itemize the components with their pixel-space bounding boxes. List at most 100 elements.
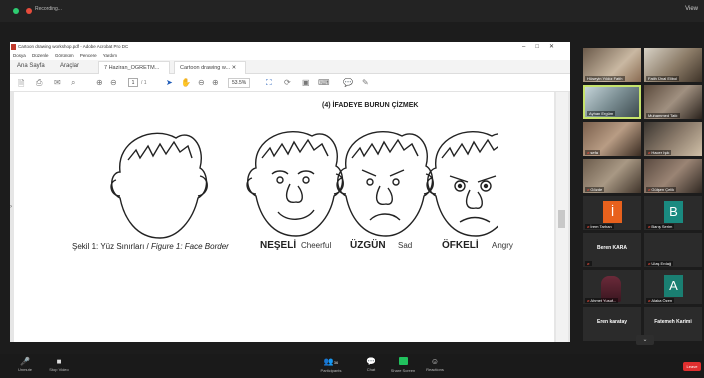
participant-tile[interactable]: İ ⌀İrem Tarhan [583, 196, 641, 230]
tab-home[interactable]: Ana Sayfa [17, 63, 45, 69]
participant-tile[interactable]: ⌀Hacer Işık [644, 122, 702, 156]
menu-view[interactable]: Görünüm [55, 53, 74, 58]
participant-name-text: Gözde [590, 187, 603, 192]
page-down-icon[interactable]: ⊖ [110, 78, 117, 87]
emotion-angry-tr: ÖFKELİ [442, 240, 479, 251]
participant-tile[interactable]: ⌀Gözde [583, 159, 641, 193]
participant-name-text: Ulaş Erdağ [651, 261, 672, 266]
participant-tile[interactable]: ⌀sefa [583, 122, 641, 156]
page-number-input[interactable]: 1 [128, 78, 138, 87]
participant-display-name: Eren karatay [596, 319, 628, 325]
unmute-button[interactable]: 🎤 Unmute [10, 357, 40, 372]
fit-page-icon[interactable]: ⛶ [266, 78, 272, 88]
emotion-angry-en: Angry [492, 241, 513, 250]
scrollbar-thumb[interactable] [558, 210, 565, 228]
participant-name-text: Ahmet Yusuf... [590, 298, 617, 303]
chat-button[interactable]: 💬 Chat [356, 357, 386, 372]
participant-tile[interactable]: Hüseyin Yıldız Fatih [583, 48, 641, 82]
emotion-cheerful-tr: NEŞELİ [260, 240, 297, 251]
participant-tile[interactable]: ⌀Gülşen Çelik [644, 159, 702, 193]
participant-tile[interactable]: ⌀Ulaş Erdağ [644, 233, 702, 267]
keyboard-icon[interactable]: ⌨ [318, 78, 330, 87]
participant-tile[interactable]: Eren karatay [583, 307, 641, 341]
emotion-cheerful-en: Cheerful [301, 241, 332, 250]
emotion-sad-en: Sad [398, 241, 413, 250]
participant-name: Muhammed Tatlı [646, 113, 680, 118]
window-title: Cartoon drawing workshop.pdf - Adobe Acr… [18, 44, 129, 49]
participant-tile[interactable]: Muhammed Tatlı [644, 85, 702, 119]
zoom-toolbar: 🎤 Unmute ■ Stop Video 👥36 Participants 💬… [0, 354, 704, 378]
gallery-next-page-button[interactable]: ⌄ [636, 335, 654, 345]
participant-name: Hüseyin Yıldız Fatih [585, 76, 625, 81]
save-icon[interactable]: 🗎 [18, 78, 24, 92]
participant-tile[interactable]: Fatih Ünal Elibol [644, 48, 702, 82]
participant-name: ⌀Gülşen Çelik [646, 187, 677, 192]
zoom-level-select[interactable]: 53.5% [228, 78, 251, 88]
participant-tile-active-speaker[interactable]: Ayhan Ergüm [583, 85, 641, 119]
menu-file[interactable]: Dosya [13, 53, 26, 58]
tab-document-1[interactable]: 7 Haziran_OGRETM... [98, 61, 170, 74]
mail-icon[interactable]: ✉ [54, 78, 61, 87]
stop-video-button[interactable]: ■ Stop Video [44, 357, 74, 372]
document-area: › (4) İFADEYE BURUN ÇİZMEK Şekil 1: Yüz … [10, 92, 570, 342]
rotate-icon[interactable]: ⟳ [284, 78, 291, 87]
participant-tile[interactable]: A ⌀Alaka Özen [644, 270, 702, 304]
face-border-drawing [110, 132, 208, 239]
figure-caption-en: Figure 1: Face Border [151, 242, 229, 251]
zoom-in-icon[interactable]: ⊕ [212, 78, 219, 87]
share-screen-icon [398, 357, 408, 365]
zoom-top-bar: Recording... View [0, 0, 704, 22]
participant-name: ⌀Ahmet Yusuf... [585, 298, 619, 303]
participant-display-name: Fatemeh Karimi [654, 319, 692, 325]
sad-face-drawing [336, 131, 434, 237]
reactions-label: Reactions [426, 367, 444, 372]
search-icon[interactable]: ⌕ [71, 78, 75, 88]
pen-icon[interactable]: ✎ [362, 78, 369, 87]
select-tool-icon[interactable]: ➤ [166, 78, 173, 87]
participant-name: Ayhan Ergüm [587, 111, 616, 116]
page-total: / 1 [141, 80, 147, 86]
participant-count: 36 [333, 360, 339, 365]
reactions-button[interactable]: ☺ Reactions [420, 357, 450, 372]
zoom-screen: Recording... View Cartoon drawing worksh… [0, 0, 704, 378]
participant-name-text: sefa [590, 150, 598, 155]
tab-document-2[interactable]: Cartoon drawing w... ✕ [174, 61, 246, 74]
shield-icon[interactable] [13, 8, 19, 14]
acrobat-title-bar: Cartoon drawing workshop.pdf - Adobe Acr… [10, 42, 570, 52]
participant-tile[interactable]: ⌀Ahmet Yusuf... [583, 270, 641, 304]
emotion-sad-tr: ÜZGÜN [350, 240, 386, 251]
menu-window[interactable]: Pencere [80, 53, 97, 58]
participant-name: ⌀Ulaş Erdağ [646, 261, 674, 266]
participant-name-text: Alaka Özen [651, 298, 673, 303]
menu-help[interactable]: Yardım [103, 53, 117, 58]
participants-label: Participants [320, 368, 342, 373]
participant-name: ⌀Alaka Özen [646, 298, 675, 303]
share-screen-button[interactable]: Share Screen [388, 357, 418, 373]
participant-tile[interactable]: B ⌀Barış Serim [644, 196, 702, 230]
acrobat-toolbar: 🗎 ⎙ ✉ ⌕ ⊕ ⊖ 1 / 1 ➤ ✋ ⊖ ⊕ 53.5% ⛶ ⟳ ▣ ⌨ … [10, 74, 570, 92]
tab-tools[interactable]: Araçlar [60, 63, 79, 69]
participant-name-text: Hacer Işık [651, 150, 670, 155]
view-button[interactable]: View [685, 6, 698, 12]
avatar: B [664, 201, 683, 223]
acrobat-window: Cartoon drawing workshop.pdf - Adobe Acr… [10, 42, 570, 342]
zoom-out-icon[interactable]: ⊖ [198, 78, 205, 87]
participants-button[interactable]: 👥36 Participants [316, 357, 346, 373]
stop-video-label: Stop Video [49, 367, 69, 372]
vertical-scrollbar[interactable] [556, 92, 568, 342]
angry-face-drawing [426, 131, 498, 237]
participant-name: Fatih Ünal Elibol [646, 76, 680, 81]
page-up-icon[interactable]: ⊕ [96, 78, 103, 87]
participant-tile[interactable]: Beren KARA ⌀ [583, 233, 641, 267]
scroll-mode-icon[interactable]: ▣ [302, 78, 310, 87]
hand-tool-icon[interactable]: ✋ [181, 78, 191, 87]
participant-name: ⌀Gözde [585, 187, 605, 192]
left-panel-toggle-icon[interactable]: › [10, 204, 12, 210]
leave-meeting-button[interactable]: Leave [683, 362, 701, 371]
menu-edit[interactable]: Düzenle [32, 53, 49, 58]
window-controls[interactable]: –□✕ [522, 42, 564, 52]
chat-icon: 💬 [366, 357, 376, 366]
print-icon[interactable]: ⎙ [36, 78, 42, 88]
cheerful-face-drawing [246, 131, 344, 237]
comment-icon[interactable]: 💬 [343, 78, 353, 87]
